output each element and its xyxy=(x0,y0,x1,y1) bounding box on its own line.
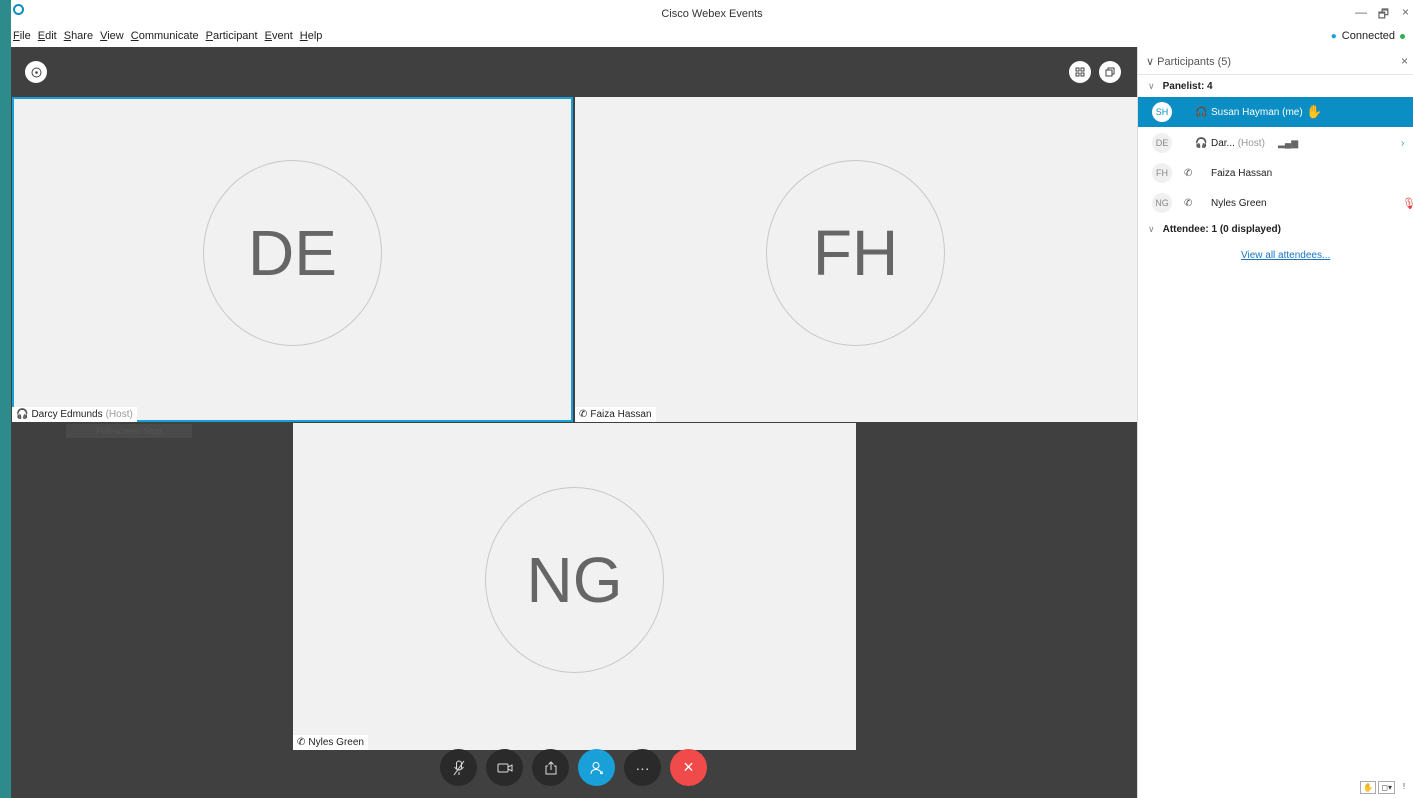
tile-name: Nyles Green xyxy=(308,737,364,748)
participant-role: (Host) xyxy=(1237,137,1265,149)
avatar: FH xyxy=(1152,163,1172,183)
participant-name: Susan Hayman (me) xyxy=(1211,106,1303,118)
participant-name: Dar... xyxy=(1211,137,1235,149)
leave-button[interactable]: × xyxy=(670,749,707,786)
close-window-icon[interactable]: × xyxy=(1402,5,1409,19)
tile-role: (Host) xyxy=(105,409,133,420)
tile-name-tag: 🎧 Darcy Edmunds (Host) xyxy=(12,407,137,422)
menu-share[interactable]: Share xyxy=(64,30,93,42)
chevron-down-icon: ∨ xyxy=(1148,224,1155,234)
participant-name: Faiza Hassan xyxy=(1211,167,1273,179)
avatar: DE xyxy=(203,160,382,346)
video-tile-faiza[interactable]: FH ✆ Faiza Hassan xyxy=(575,97,1137,422)
menu-communicate[interactable]: Communicate xyxy=(131,30,199,42)
chevron-down-icon: ∨ xyxy=(1148,81,1155,91)
more-options-button[interactable]: ··· xyxy=(624,749,661,786)
menu-event[interactable]: Event xyxy=(265,30,293,42)
participant-name-group: Dar... (Host) xyxy=(1211,138,1265,149)
avatar: SH xyxy=(1152,102,1172,122)
mute-button[interactable] xyxy=(440,749,477,786)
title-bar: Cisco Webex Events — 🗗 × xyxy=(11,0,1413,27)
attendee-group-header[interactable]: ∨ Attendee: 1 (0 displayed) xyxy=(1148,224,1281,235)
group-label: Panelist: 4 xyxy=(1162,81,1213,92)
participant-row[interactable]: SH 🎧 Susan Hayman (me) ✋ xyxy=(1138,97,1413,127)
video-camera-icon xyxy=(497,763,512,772)
participant-row[interactable]: DE 🎧 Dar... (Host) ▂▄▆ › xyxy=(1138,128,1413,158)
share-button[interactable] xyxy=(532,749,569,786)
pop-out-button[interactable] xyxy=(1099,61,1121,83)
pop-out-icon xyxy=(1105,67,1115,77)
avatar: NG xyxy=(1152,193,1172,213)
menu-file[interactable]: File xyxy=(13,30,31,42)
headset-icon: 🎧 xyxy=(1195,137,1208,149)
muted-mic-icon: 🎙 xyxy=(1402,197,1413,210)
tile-name: Faiza Hassan xyxy=(590,409,652,420)
panel-header: ∨ Participants (5) × xyxy=(1138,47,1413,75)
video-tile-nyles[interactable]: NG ✆ Nyles Green xyxy=(293,423,856,750)
view-all-attendees-link[interactable]: View all attendees... xyxy=(1241,250,1330,261)
panelist-group-header[interactable]: ∨ Panelist: 4 xyxy=(1148,81,1213,92)
connected-dot-icon xyxy=(1400,33,1405,39)
full-screen-stop-label: Full-screen Stop xyxy=(66,424,192,438)
video-button[interactable] xyxy=(486,749,523,786)
participants-icon xyxy=(590,761,603,774)
group-label: Attendee: 1 (0 displayed) xyxy=(1162,224,1281,235)
connection-status[interactable]: ● Connected xyxy=(1331,30,1405,42)
meeting-controls: ··· × xyxy=(440,749,707,786)
tile-name-tag: ✆ Faiza Hassan xyxy=(575,407,656,422)
close-panel-icon[interactable]: × xyxy=(1401,54,1408,68)
info-icon xyxy=(31,67,41,77)
raise-hand-footer-icon[interactable]: ✋ xyxy=(1360,781,1377,794)
participants-panel: ∨ Participants (5) × ∨ Panelist: 4 SH 🎧 … xyxy=(1137,47,1413,798)
mic-muted-icon xyxy=(453,760,464,775)
menu-participant[interactable]: Participant xyxy=(206,30,258,42)
feedback-icon[interactable]: ◻▾ xyxy=(1378,781,1395,794)
menu-view[interactable]: View xyxy=(100,30,124,42)
grid-view-button[interactable] xyxy=(1069,61,1091,83)
headset-icon: 🎧 xyxy=(16,409,29,420)
phone-icon: ✆ xyxy=(579,409,588,420)
headset-icon: 🎧 xyxy=(1195,106,1208,118)
end-call-icon: × xyxy=(683,757,694,777)
panel-title[interactable]: ∨ Participants (5) xyxy=(1146,55,1231,68)
chevron-right-icon[interactable]: › xyxy=(1401,138,1404,149)
menu-bar: File Edit Share View Communicate Partici… xyxy=(11,27,1413,47)
phone-icon: ✆ xyxy=(297,737,306,748)
chevron-down-icon: ∨ xyxy=(1146,56,1158,68)
panel-footer: ✋ ◻▾ ! xyxy=(1360,781,1411,794)
restore-icon[interactable]: 🗗 xyxy=(1378,5,1389,26)
avatar: DE xyxy=(1152,133,1172,153)
minimize-icon[interactable]: — xyxy=(1355,5,1367,19)
participants-button[interactable] xyxy=(578,749,615,786)
microphone-icon: ● xyxy=(1330,30,1337,42)
grid-view-icon xyxy=(1075,67,1085,77)
participant-row[interactable]: FH ✆ Faiza Hassan xyxy=(1138,158,1413,188)
menu-edit[interactable]: Edit xyxy=(38,30,57,42)
participant-name: Nyles Green xyxy=(1211,197,1267,209)
more-options-icon: ··· xyxy=(635,759,650,776)
desktop-edge xyxy=(0,0,11,798)
tile-name-tag: ✆ Nyles Green xyxy=(293,735,368,750)
window-title: Cisco Webex Events xyxy=(661,8,763,20)
menu-help[interactable]: Help xyxy=(300,30,323,42)
avatar: NG xyxy=(485,487,664,673)
info-button[interactable] xyxy=(25,61,47,83)
video-stage: DE 🎧 Darcy Edmunds (Host) FH ✆ Faiza Has… xyxy=(11,47,1137,798)
share-icon xyxy=(545,760,556,774)
panel-title-text: Participants (5) xyxy=(1157,56,1232,68)
participant-row[interactable]: NG ✆ Nyles Green 🎙 xyxy=(1138,188,1413,218)
video-tile-darcy[interactable]: DE 🎧 Darcy Edmunds (Host) xyxy=(12,97,573,422)
phone-icon: ✆ xyxy=(1184,167,1193,179)
avatar: FH xyxy=(766,160,945,346)
raise-hand-icon: ✋ xyxy=(1306,104,1323,119)
stage-header xyxy=(11,47,1137,97)
tile-name: Darcy Edmunds xyxy=(31,409,103,420)
phone-icon: ✆ xyxy=(1184,197,1193,209)
connection-label: Connected xyxy=(1341,30,1395,42)
alert-icon: ! xyxy=(1402,782,1406,791)
signal-bars-icon: ▂▄▆ xyxy=(1278,137,1299,148)
